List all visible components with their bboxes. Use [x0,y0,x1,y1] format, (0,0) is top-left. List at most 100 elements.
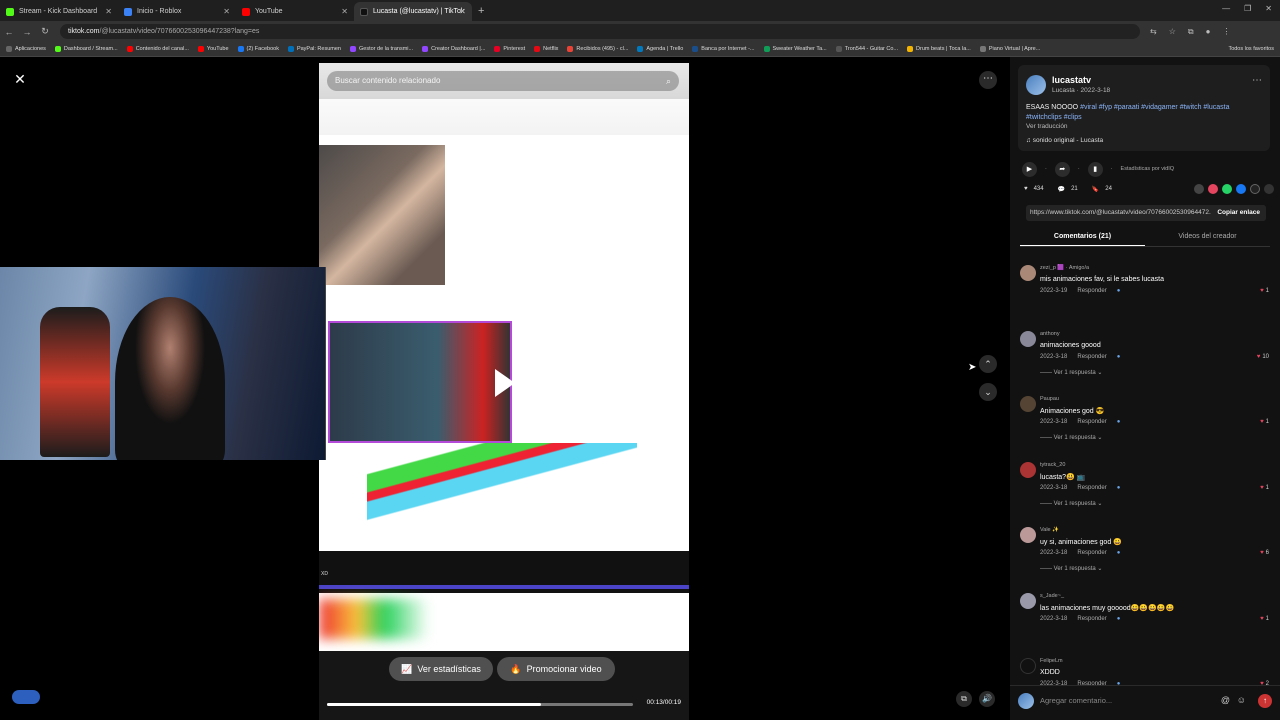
vidiq-icon[interactable]: ● [1117,288,1121,294]
previous-video-icon[interactable]: ⌃ [979,355,997,373]
reply-button[interactable]: Responder [1077,419,1106,425]
tab-tiktok[interactable]: Lucasta (@lucastatv) | TikTok ✕ [354,2,472,21]
tab-close-icon[interactable]: ✕ [459,7,466,16]
extensions-icon[interactable]: ⧉ [1188,27,1194,37]
comment-icon[interactable]: 💬 [1058,186,1065,193]
menu-icon[interactable]: ⋮ [1222,27,1230,37]
tab-roblox[interactable]: Inicio - Roblox ✕ [118,2,236,21]
avatar[interactable] [1020,461,1036,478]
extension-badge[interactable] [12,690,40,704]
vidiq-icon[interactable]: ● [1117,485,1121,491]
translate-icon[interactable]: ⇆ [1150,27,1157,37]
bookmark-item[interactable]: Contenido del canal... [126,46,189,52]
view-replies-button[interactable]: —— Ver 1 respuesta ⌄ [1040,500,1102,507]
embed-icon[interactable] [1194,184,1204,194]
bookmark-item[interactable]: Creator Dashboard |... [422,46,485,52]
facebook-icon[interactable] [1236,184,1246,194]
play-icon[interactable] [495,369,515,397]
view-stats-button[interactable]: 📈 Ver estadísticas [389,657,493,681]
vidiq-icon[interactable]: ● [1117,550,1121,556]
avatar[interactable] [1020,396,1036,412]
maximize-icon[interactable]: ❐ [1244,4,1251,13]
tab-comments[interactable]: Comentarios (21) [1020,227,1145,246]
tab-youtube[interactable]: YouTube ✕ [236,2,354,21]
bookmark-item[interactable]: Recibidos (495) - cl... [567,46,628,52]
view-replies-button[interactable]: —— Ver 1 respuesta ⌄ [1040,369,1102,376]
tab-creator-videos[interactable]: Videos del creador [1145,227,1270,246]
share-icon[interactable] [1264,184,1274,194]
comment-user[interactable]: Paupau [1040,396,1059,402]
more-icon[interactable]: ⋯ [1252,75,1262,86]
more-options-icon[interactable]: ⋯ [979,71,997,89]
bookmark-item[interactable]: Dashboard / Stream... [54,46,118,52]
comment-user[interactable]: FelipeLm [1040,658,1063,664]
bookmark-item[interactable]: PayPal: Resumen [287,46,341,52]
reply-button[interactable]: Responder [1077,550,1106,556]
pip-icon[interactable]: ⧉ [956,691,972,707]
bookmark-item[interactable]: Netflix [534,46,558,52]
back-icon[interactable]: ← [0,27,18,37]
avatar[interactable] [1020,265,1036,281]
comment-user[interactable]: anthony [1040,331,1060,337]
bookmark-item[interactable]: Banca por Internet -... [692,46,755,52]
whatsapp-icon[interactable] [1222,184,1232,194]
comment-like-button[interactable]: ♥ 6 [1260,550,1269,556]
comment-like-button[interactable]: ♥ 1 [1260,485,1269,491]
comment-input[interactable]: Agregar comentario... [1040,696,1112,705]
avatar[interactable] [1020,527,1036,543]
reply-button[interactable]: Responder [1077,288,1106,294]
comment-user[interactable]: s_Jade~_ [1040,593,1064,599]
emoji-icon[interactable]: ☺ [1237,695,1246,705]
video-progress-bar[interactable] [327,703,633,706]
forward-icon[interactable]: → [18,27,36,37]
view-replies-button[interactable]: —— Ver 1 respuesta ⌄ [1040,565,1102,572]
vidiq-icon[interactable]: ● [1117,354,1121,360]
view-replies-button[interactable]: —— Ver 1 respuesta ⌄ [1040,434,1102,441]
bookmark-item[interactable]: YouTube [197,46,229,52]
vidiq-icon[interactable]: ● [1117,616,1121,622]
bookmark-icon[interactable]: 🔖 [1092,186,1099,193]
window-close-icon[interactable]: ✕ [1265,4,1272,13]
reply-button[interactable]: Responder [1077,616,1106,622]
tab-close-icon[interactable]: ✕ [105,7,112,16]
bookmark-item[interactable]: Pinterest [494,46,525,52]
x-icon[interactable] [1250,184,1260,194]
sound-link[interactable]: ♫ sonido original - Lucasta [1026,137,1103,144]
star-icon[interactable]: ☆ [1169,27,1176,37]
comment-user[interactable]: Vale ✨ [1040,527,1059,533]
tab-close-icon[interactable]: ✕ [223,7,230,16]
bookmark-item[interactable]: Gestor de la transmi... [349,46,413,52]
reply-button[interactable]: Responder [1077,354,1106,360]
reply-button[interactable]: Responder [1077,485,1106,491]
copy-link-button[interactable]: Copiar enlace [1211,205,1266,221]
comment-user[interactable]: tytrack_20 [1040,462,1065,468]
promote-video-button[interactable]: 🔥 Promocionar video [497,657,615,681]
next-video-icon[interactable]: ⌄ [979,383,997,401]
bookmark-item[interactable]: Agenda | Trello [637,46,683,52]
video-player[interactable]: Buscar contenido relacionado ⌕ ave.com_no… [319,63,689,720]
tiktok-friends-icon[interactable] [1208,184,1218,194]
comment-like-button[interactable]: ♥ 1 [1260,419,1269,425]
mention-icon[interactable]: @ [1221,695,1230,705]
bookmark-item[interactable]: Drum beats | Toca la... [907,46,971,52]
related-search-input[interactable]: Buscar contenido relacionado ⌕ [327,71,679,91]
see-translation-link[interactable]: Ver traducción [1026,123,1068,130]
heart-icon[interactable]: ♥ [1024,186,1028,192]
avatar[interactable] [1026,75,1046,95]
profile-icon[interactable]: ● [1206,27,1211,37]
creator-username[interactable]: lucastatv [1052,75,1091,85]
tab-close-icon[interactable]: ✕ [341,7,348,16]
close-icon[interactable]: ✕ [12,71,28,87]
comment-like-button[interactable]: ♥ 1 [1260,288,1269,294]
bookmark-item[interactable]: Sweater Weather Ta... [763,46,827,52]
comment-like-button[interactable]: ♥ 1 [1260,616,1269,622]
tab-kick[interactable]: Stream - Kick Dashboard ✕ [0,2,118,21]
bookmark-item[interactable]: Aplicaciones [6,46,46,52]
comment-like-button[interactable]: ♥ 10 [1257,354,1269,360]
avatar[interactable] [1020,592,1036,609]
new-tab-icon[interactable]: + [478,5,484,17]
vidiq-icon[interactable]: ● [1117,419,1121,425]
avatar[interactable] [1020,658,1036,674]
video-link-field[interactable]: https://www.tiktok.com/@lucastatv/video/… [1026,205,1266,221]
search-icon[interactable]: ⌕ [666,71,671,91]
